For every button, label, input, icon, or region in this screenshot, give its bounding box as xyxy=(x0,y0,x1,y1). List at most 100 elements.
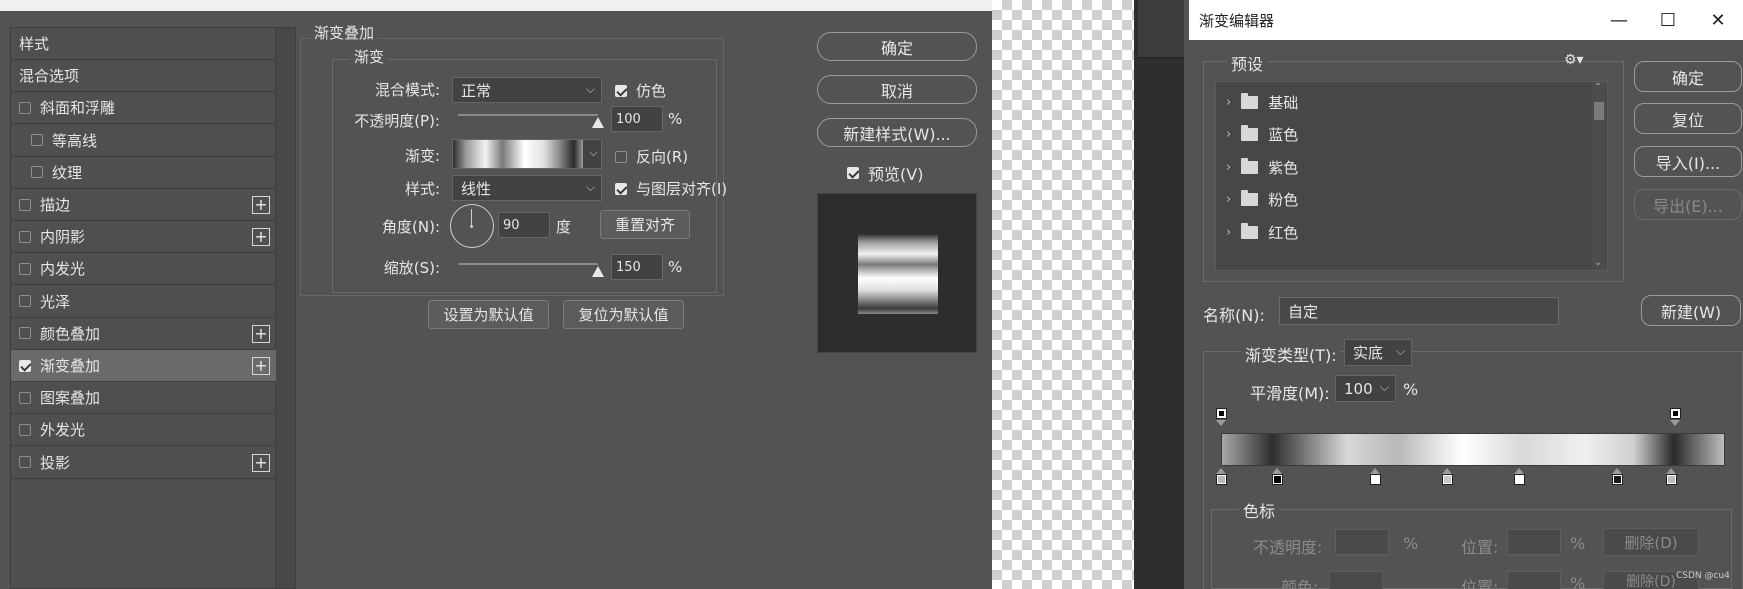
presets-scroll-thumb[interactable] xyxy=(1594,102,1604,120)
smoothness-label: 平滑度(M): xyxy=(1250,384,1330,403)
align-checkbox[interactable]: 与图层对齐(I) xyxy=(615,178,727,199)
reverse-checkbox[interactable]: 反向(R) xyxy=(615,146,688,167)
style-list-item[interactable]: 投影 + xyxy=(11,447,276,479)
new-style-button[interactable]: 新建样式(W)... xyxy=(817,118,977,147)
chevron-right-icon[interactable]: › xyxy=(1226,95,1231,110)
add-effect-button[interactable]: + xyxy=(252,357,270,375)
stop-location-input[interactable] xyxy=(1507,529,1561,555)
type-dropdown[interactable]: 实底 ⌵ xyxy=(1344,339,1412,366)
add-effect-button[interactable]: + xyxy=(252,453,270,472)
preset-folder-item[interactable]: › 粉色 xyxy=(1216,182,1586,218)
smoothness-dropdown[interactable]: 100 ⌵ xyxy=(1335,375,1396,402)
color-stop[interactable] xyxy=(1442,474,1453,485)
stop-color-location-input[interactable] xyxy=(1507,571,1561,589)
ge-reset-button[interactable]: 复位 xyxy=(1634,103,1742,134)
scale-slider[interactable] xyxy=(458,257,604,277)
style-checkbox[interactable] xyxy=(19,391,31,404)
color-stop[interactable] xyxy=(1216,474,1227,485)
canvas-transparency xyxy=(992,0,1134,589)
style-list-item[interactable]: 图案叠加 xyxy=(11,382,276,415)
style-checkbox[interactable] xyxy=(19,423,31,436)
stop-delete-button[interactable]: 删除(D) xyxy=(1603,528,1699,556)
chevron-down-icon: ⌵ xyxy=(588,145,598,159)
opacity-stop[interactable] xyxy=(1216,408,1227,419)
scroll-down-icon[interactable]: ⌄ xyxy=(1594,257,1602,268)
scroll-up-icon[interactable]: ⌃ xyxy=(1594,82,1602,93)
style-dropdown[interactable]: 线性 ⌵ xyxy=(452,175,602,201)
style-checkbox[interactable] xyxy=(31,166,43,179)
style-list-item[interactable]: 内发光 xyxy=(11,253,276,286)
close-icon[interactable]: ✕ xyxy=(1698,0,1738,40)
style-checkbox[interactable] xyxy=(31,134,43,147)
style-checkbox[interactable] xyxy=(19,295,31,308)
preset-folder-label: 基础 xyxy=(1268,93,1299,112)
ge-import-button[interactable]: 导入(I)... xyxy=(1634,146,1742,177)
opacity-slider[interactable] xyxy=(458,108,604,128)
ge-new-button[interactable]: 新建(W) xyxy=(1641,295,1741,326)
ok-button[interactable]: 确定 xyxy=(817,32,977,61)
style-checkbox[interactable] xyxy=(19,456,31,469)
opacity-stop[interactable] xyxy=(1670,408,1681,419)
style-checkbox[interactable] xyxy=(19,327,31,340)
gear-icon[interactable]: ⚙▾ xyxy=(1564,52,1584,68)
name-input[interactable]: 自定 xyxy=(1279,297,1559,325)
style-list-item[interactable]: 等高线 xyxy=(11,125,276,157)
stop-opacity-input[interactable] xyxy=(1335,529,1389,555)
opacity-input[interactable]: 100 xyxy=(611,106,663,132)
style-checkbox[interactable] xyxy=(19,198,31,211)
angle-input[interactable]: 90 xyxy=(498,212,550,238)
style-list-item[interactable]: 内阴影 + xyxy=(11,221,276,254)
color-stop[interactable] xyxy=(1370,474,1381,485)
style-list-item[interactable]: 样式 xyxy=(11,28,276,60)
preset-folder-item[interactable]: › 紫色 xyxy=(1216,149,1586,185)
add-effect-button[interactable]: + xyxy=(252,196,270,214)
reset-default-button[interactable]: 复位为默认值 xyxy=(563,300,684,329)
style-checkbox[interactable] xyxy=(19,359,31,372)
blend-mode-dropdown[interactable]: 正常 ⌵ xyxy=(452,77,602,103)
style-list-item[interactable]: 外发光 xyxy=(11,414,276,447)
style-list-item[interactable]: 斜面和浮雕 xyxy=(11,92,276,125)
set-default-button[interactable]: 设置为默认值 xyxy=(428,300,549,329)
gradient-picker[interactable]: ⌵ xyxy=(452,139,602,169)
scale-input[interactable]: 150 xyxy=(611,254,663,280)
chevron-right-icon[interactable]: › xyxy=(1226,127,1231,142)
style-checkbox[interactable] xyxy=(19,101,31,114)
angle-dial[interactable] xyxy=(450,204,494,248)
stop-color-swatch[interactable] xyxy=(1329,571,1383,589)
style-list-item[interactable]: 描边 + xyxy=(11,189,276,221)
add-effect-button[interactable]: + xyxy=(252,228,270,247)
style-checkbox[interactable] xyxy=(19,230,31,243)
reset-align-button[interactable]: 重置对齐 xyxy=(600,210,690,239)
preset-folder-item[interactable]: › 蓝色 xyxy=(1216,117,1586,153)
preview-checkbox[interactable]: 预览(V) xyxy=(847,161,923,185)
gradient-bar[interactable] xyxy=(1221,433,1725,466)
style-list-item[interactable]: 混合选项 xyxy=(11,60,276,93)
ge-ok-button[interactable]: 确定 xyxy=(1634,61,1742,92)
stop-location-percent: % xyxy=(1570,534,1586,553)
style-list-item[interactable]: 渐变叠加 + xyxy=(11,350,276,382)
cancel-button[interactable]: 取消 xyxy=(817,75,977,104)
style-checkbox[interactable] xyxy=(19,262,31,275)
dither-checkbox[interactable]: 仿色 xyxy=(615,80,666,101)
color-stop[interactable] xyxy=(1514,474,1525,485)
opacity-slider-track xyxy=(458,114,598,116)
chevron-right-icon[interactable]: › xyxy=(1226,225,1231,240)
style-list-item[interactable]: 光泽 xyxy=(11,286,276,318)
color-stop[interactable] xyxy=(1612,474,1623,485)
chevron-right-icon[interactable]: › xyxy=(1226,160,1231,175)
style-list-item[interactable]: 颜色叠加 + xyxy=(11,318,276,350)
color-stop[interactable] xyxy=(1666,474,1677,485)
opacity-slider-thumb[interactable] xyxy=(592,117,604,128)
ge-export-button[interactable]: 导出(E)... xyxy=(1634,189,1742,220)
add-effect-button[interactable]: + xyxy=(252,324,270,343)
top-band xyxy=(0,0,992,11)
color-stop[interactable] xyxy=(1272,474,1283,485)
presets-scrollbar[interactable]: ⌃ ⌄ xyxy=(1592,82,1606,270)
preset-folder-item[interactable]: › 红色 xyxy=(1216,214,1586,250)
chevron-right-icon[interactable]: › xyxy=(1226,192,1231,207)
scale-slider-thumb[interactable] xyxy=(592,266,604,277)
style-list-item[interactable]: 纹理 xyxy=(11,157,276,189)
maximize-icon[interactable]: ☐ xyxy=(1648,0,1688,40)
preset-folder-item[interactable]: › 基础 xyxy=(1216,84,1586,120)
minimize-icon[interactable]: — xyxy=(1599,0,1639,40)
